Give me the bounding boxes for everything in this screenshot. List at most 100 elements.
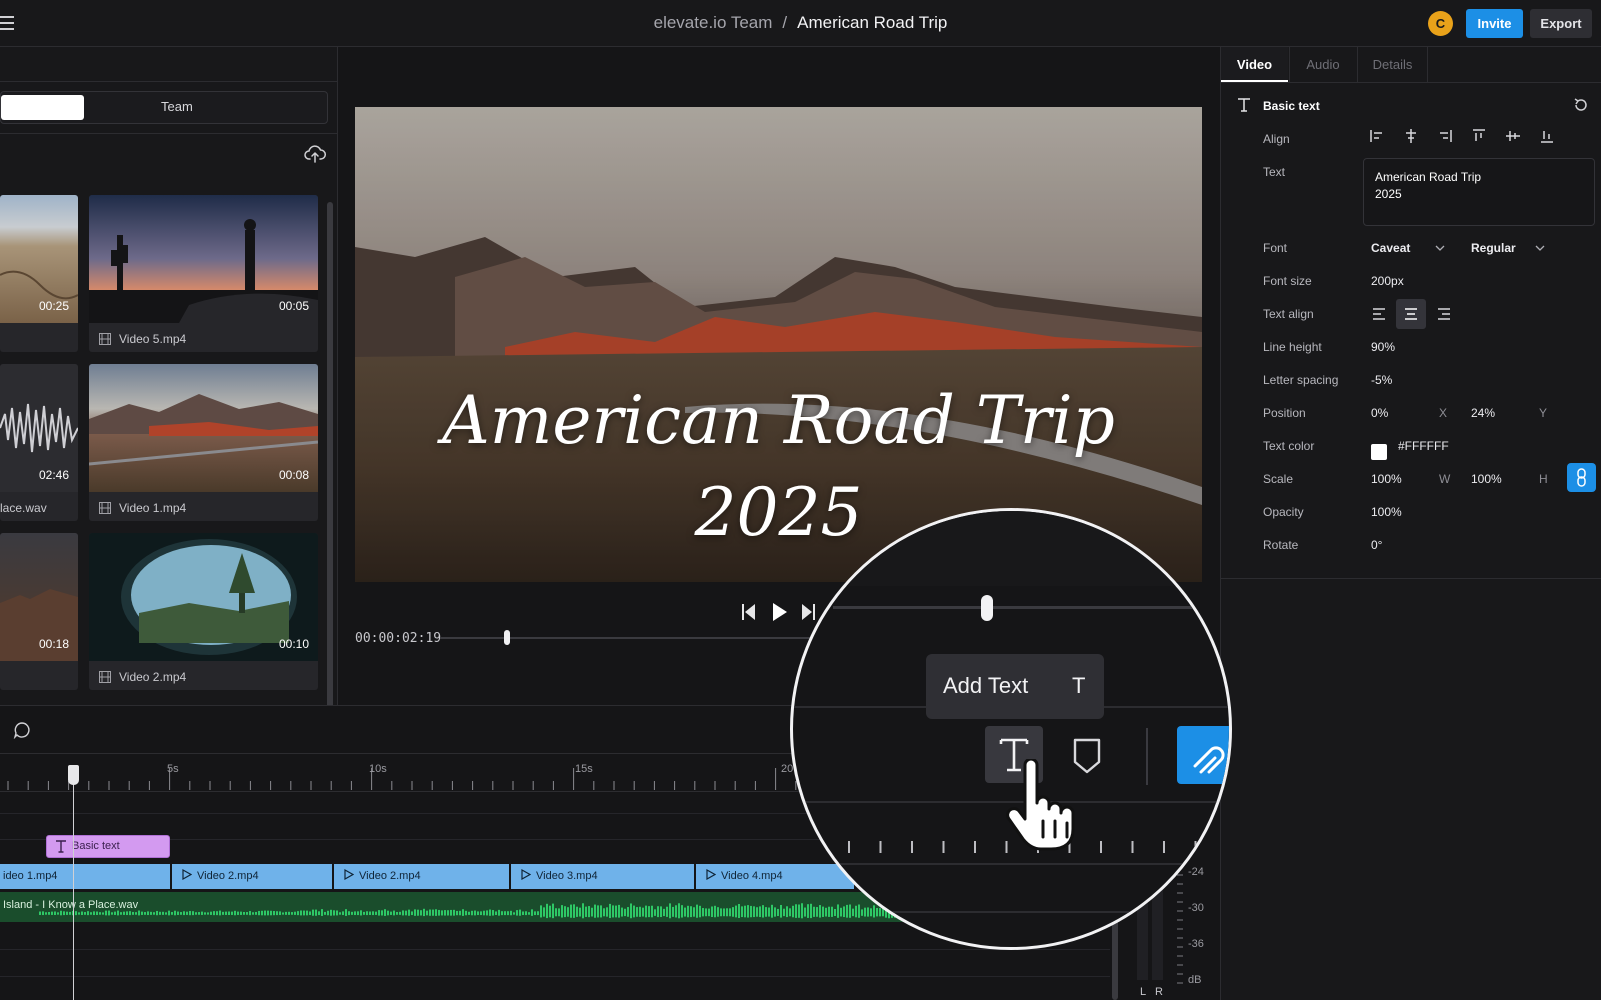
scrubber-handle[interactable] [504, 630, 510, 645]
project-title[interactable]: American Road Trip [797, 13, 947, 32]
upload-cloud-icon[interactable] [304, 144, 326, 164]
text-align-center-button[interactable] [1396, 299, 1426, 329]
library-scrollbar[interactable] [327, 202, 333, 722]
media-duration: 00:25 [38, 299, 69, 313]
properties-panel: Video Audio Details Basic text Align Tex… [1220, 47, 1601, 1000]
segment-team[interactable]: Team [161, 99, 193, 114]
video-clip-label: ideo 1.mp4 [3, 870, 58, 882]
media-item[interactable]: 00:25 [0, 195, 78, 352]
magnifier-callout: Add Text T [790, 508, 1232, 950]
user-avatar[interactable]: C [1428, 11, 1453, 36]
media-item[interactable]: 02:46 lace.wav [0, 364, 78, 521]
scale-w-value[interactable]: 100% [1371, 472, 1402, 486]
channel-left-label: L [1140, 986, 1147, 998]
comment-icon[interactable] [13, 721, 31, 739]
letter-spacing-value[interactable]: -5% [1371, 373, 1392, 387]
video-clip[interactable]: Video 3.mp4 [511, 864, 696, 889]
snapping-toggle-button[interactable] [1177, 726, 1229, 784]
playhead-handle[interactable] [68, 765, 79, 785]
font-size-label: Font size [1263, 274, 1312, 288]
play-icon [182, 868, 193, 881]
playback-scrubber[interactable] [440, 637, 830, 639]
breadcrumb: elevate.io Team / American Road Trip [0, 13, 1601, 33]
video-clip[interactable]: Video 2.mp4 [334, 864, 511, 889]
ruler-tick-label: 5s [167, 763, 179, 775]
library-scope-toggle: Team [0, 91, 328, 124]
media-item[interactable]: 00:18 [0, 533, 78, 690]
play-icon [706, 868, 717, 881]
skip-back-icon[interactable] [742, 604, 755, 620]
position-y-unit: Y [1539, 406, 1548, 420]
align-label: Align [1263, 132, 1290, 146]
add-text-tooltip: Add Text T [926, 654, 1104, 719]
position-x-value[interactable]: 0% [1371, 406, 1388, 420]
invite-button[interactable]: Invite [1466, 9, 1523, 38]
play-icon [521, 868, 532, 881]
text-icon [1238, 98, 1250, 112]
chevron-down-icon[interactable] [1435, 245, 1445, 251]
channel-right-label: R [1155, 986, 1163, 998]
position-y-value[interactable]: 24% [1471, 406, 1495, 420]
line-height-label: Line height [1263, 340, 1322, 354]
video-clip[interactable]: Video 2.mp4 [172, 864, 334, 889]
text-align-right-button[interactable] [1429, 299, 1459, 329]
track-divider [0, 949, 1110, 950]
play-icon [344, 868, 355, 881]
font-weight-select[interactable]: Regular [1471, 241, 1516, 255]
scale-h-value[interactable]: 100% [1471, 472, 1502, 486]
color-swatch[interactable] [1371, 444, 1387, 460]
opacity-value[interactable]: 100% [1371, 505, 1402, 519]
tab-audio[interactable]: Audio [1289, 47, 1356, 82]
tab-details[interactable]: Details [1357, 47, 1428, 82]
align-top-icon[interactable] [1471, 128, 1487, 144]
text-color-label: Text color [1263, 439, 1315, 453]
font-size-value[interactable]: 200px [1371, 274, 1404, 288]
font-label: Font [1263, 241, 1288, 255]
media-item[interactable]: 00:05 Video 5.mp4 [89, 195, 318, 352]
link-icon [1577, 468, 1586, 487]
magnified-view: Add Text T [793, 511, 1229, 947]
line-height-value[interactable]: 90% [1371, 340, 1395, 354]
divider [0, 81, 337, 82]
text-content-field[interactable]: American Road Trip 2025 [1363, 158, 1595, 226]
workspace-name[interactable]: elevate.io Team [654, 13, 773, 32]
align-center-v-icon[interactable] [1505, 128, 1521, 144]
overlay-line-1: American Road Trip [442, 382, 1115, 459]
align-bottom-icon[interactable] [1539, 128, 1555, 144]
text-color-value[interactable]: #FFFFFF [1398, 439, 1449, 453]
align-center-h-icon[interactable] [1403, 128, 1419, 144]
letter-spacing-label: Letter spacing [1263, 373, 1339, 387]
play-icon[interactable] [773, 603, 787, 621]
position-x-unit: X [1439, 406, 1448, 420]
audio-clip-label: Island - I Know a Place.wav [3, 899, 139, 911]
divider [0, 133, 337, 134]
media-name: lace.wav [0, 501, 47, 515]
export-button[interactable]: Export [1530, 9, 1592, 38]
track-divider [0, 976, 1110, 977]
playhead[interactable] [73, 765, 74, 1000]
segment-personal[interactable] [1, 95, 84, 120]
section-title: Basic text [1263, 99, 1320, 113]
media-duration: 00:10 [278, 637, 309, 651]
film-icon [99, 333, 111, 345]
media-item[interactable]: 00:10 Video 2.mp4 [89, 533, 318, 690]
text-label: Text [1263, 165, 1286, 179]
chevron-down-icon[interactable] [1535, 245, 1545, 251]
text-align-left-button[interactable] [1364, 299, 1394, 329]
font-family-select[interactable]: Caveat [1371, 241, 1410, 255]
breadcrumb-separator: / [782, 13, 788, 32]
rotate-value[interactable]: 0° [1371, 538, 1382, 552]
media-item[interactable]: 00:08 Video 1.mp4 [89, 364, 318, 521]
tab-video[interactable]: Video [1221, 47, 1288, 82]
video-clip[interactable]: ideo 1.mp4 [0, 864, 172, 889]
pointer-hand-icon [1006, 759, 1075, 851]
tooltip-label: Add Text [943, 673, 1029, 698]
reset-icon[interactable] [1573, 97, 1589, 113]
text-align-center-icon [1405, 308, 1417, 320]
text-clip[interactable]: Basic text [46, 835, 170, 858]
position-label: Position [1263, 406, 1306, 420]
lock-aspect-button[interactable] [1567, 463, 1596, 492]
video-clip-label: Video 2.mp4 [359, 870, 421, 882]
align-right-icon[interactable] [1437, 128, 1453, 144]
align-left-icon[interactable] [1369, 128, 1385, 144]
